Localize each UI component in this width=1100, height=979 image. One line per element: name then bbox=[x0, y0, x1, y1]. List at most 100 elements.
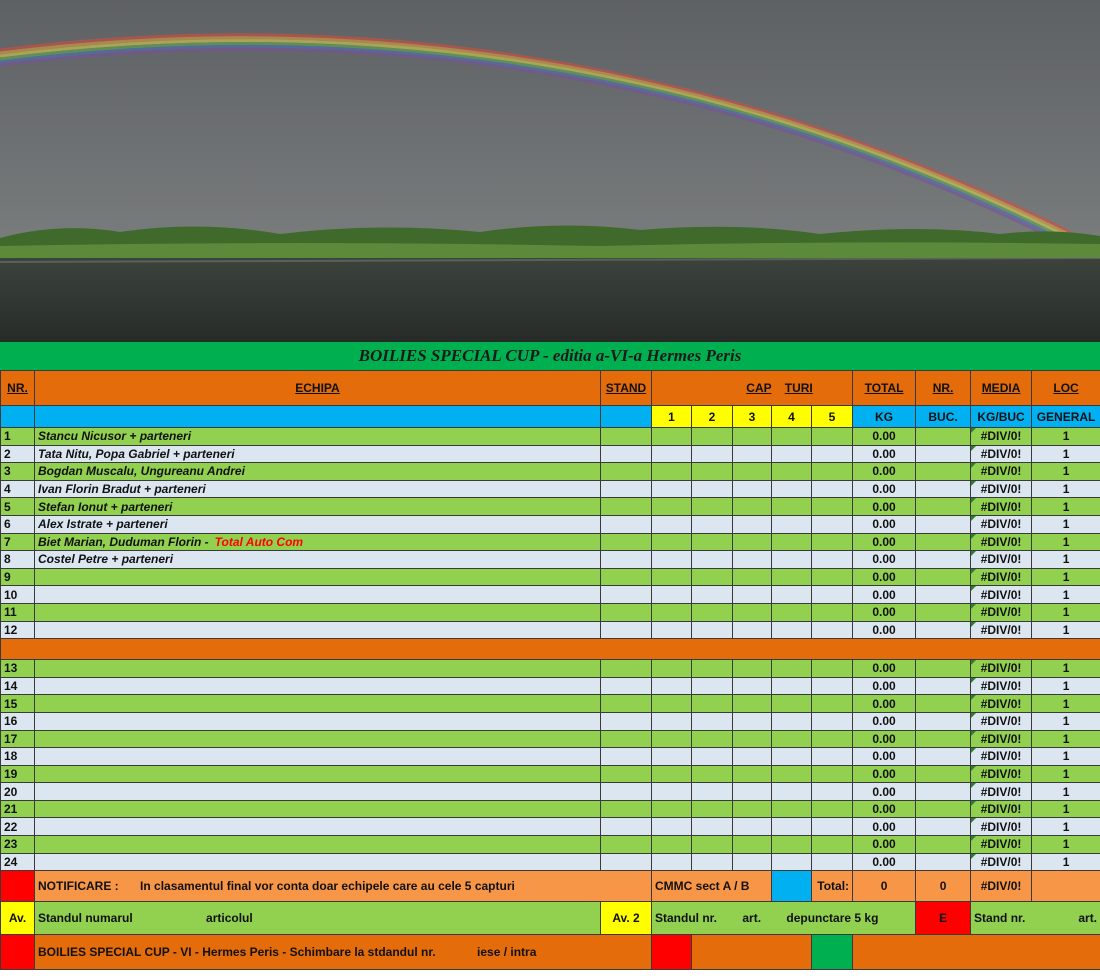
loc-cell[interactable]: 1 bbox=[1031, 567, 1100, 587]
buc-cell[interactable] bbox=[915, 799, 972, 819]
loc-cell[interactable]: 1 bbox=[1031, 497, 1100, 516]
total-kg-cell[interactable]: 0.00 bbox=[852, 659, 917, 678]
total-kg-cell[interactable]: 0.00 bbox=[852, 817, 917, 837]
round-cell[interactable] bbox=[810, 462, 854, 481]
round-cell[interactable] bbox=[771, 711, 812, 731]
stand-cell[interactable] bbox=[600, 479, 652, 499]
round-cell[interactable] bbox=[810, 444, 854, 464]
team-cell[interactable] bbox=[34, 602, 601, 622]
row-nr[interactable]: 3 bbox=[0, 462, 35, 481]
total-kg-cell[interactable]: 0.00 bbox=[852, 747, 917, 766]
buc-cell[interactable] bbox=[915, 852, 972, 872]
round-cell[interactable] bbox=[732, 711, 772, 731]
round-cell[interactable] bbox=[771, 747, 812, 766]
buc-cell[interactable] bbox=[915, 729, 972, 749]
loc-cell[interactable]: 1 bbox=[1031, 782, 1100, 801]
stand-cell[interactable] bbox=[600, 532, 652, 552]
round-cell[interactable] bbox=[651, 729, 692, 749]
row-nr[interactable]: 9 bbox=[0, 567, 35, 587]
round-cell[interactable] bbox=[771, 427, 812, 446]
media-cell[interactable]: #DIV/0! bbox=[970, 602, 1033, 622]
loc-cell[interactable]: 1 bbox=[1031, 747, 1100, 766]
loc-cell[interactable]: 1 bbox=[1031, 514, 1100, 534]
loc-cell[interactable]: 1 bbox=[1031, 427, 1100, 446]
team-cell[interactable] bbox=[34, 729, 601, 749]
round-cell[interactable] bbox=[732, 585, 772, 604]
buc-cell[interactable] bbox=[915, 602, 972, 622]
round-cell[interactable] bbox=[810, 764, 854, 784]
round-cell[interactable] bbox=[691, 620, 733, 640]
row-nr[interactable]: 19 bbox=[0, 764, 35, 784]
team-cell[interactable]: Ivan Florin Bradut + parteneri bbox=[34, 479, 601, 499]
media-cell[interactable]: #DIV/0! bbox=[970, 444, 1033, 464]
round-cell[interactable] bbox=[771, 620, 812, 640]
stand-cell[interactable] bbox=[600, 497, 652, 516]
round-cell[interactable] bbox=[771, 659, 812, 678]
buc-cell[interactable] bbox=[915, 550, 972, 569]
round-cell[interactable] bbox=[771, 602, 812, 622]
round-cell[interactable] bbox=[732, 567, 772, 587]
loc-cell[interactable]: 1 bbox=[1031, 479, 1100, 499]
media-cell[interactable]: #DIV/0! bbox=[970, 817, 1033, 837]
round-cell[interactable] bbox=[732, 444, 772, 464]
round-cell[interactable] bbox=[732, 817, 772, 837]
round-cell[interactable] bbox=[771, 694, 812, 713]
round-cell[interactable] bbox=[771, 585, 812, 604]
round-cell[interactable] bbox=[732, 462, 772, 481]
total-kg-cell[interactable]: 0.00 bbox=[852, 514, 917, 534]
row-nr[interactable]: 7 bbox=[0, 532, 35, 552]
loc-cell[interactable]: 1 bbox=[1031, 694, 1100, 713]
round-cell[interactable] bbox=[691, 799, 733, 819]
stand-cell[interactable] bbox=[600, 620, 652, 640]
media-cell[interactable]: #DIV/0! bbox=[970, 852, 1033, 872]
team-cell[interactable] bbox=[34, 659, 601, 678]
round-cell[interactable] bbox=[651, 602, 692, 622]
round-cell[interactable] bbox=[771, 676, 812, 696]
loc-cell[interactable]: 1 bbox=[1031, 602, 1100, 622]
round-cell[interactable] bbox=[691, 602, 733, 622]
loc-cell[interactable]: 1 bbox=[1031, 835, 1100, 854]
team-cell[interactable] bbox=[34, 747, 601, 766]
buc-cell[interactable] bbox=[915, 444, 972, 464]
buc-cell[interactable] bbox=[915, 497, 972, 516]
round-cell[interactable] bbox=[691, 462, 733, 481]
round-cell[interactable] bbox=[651, 585, 692, 604]
team-cell[interactable] bbox=[34, 711, 601, 731]
media-cell[interactable]: #DIV/0! bbox=[970, 497, 1033, 516]
team-cell[interactable] bbox=[34, 799, 601, 819]
media-cell[interactable]: #DIV/0! bbox=[970, 514, 1033, 534]
round-cell[interactable] bbox=[651, 676, 692, 696]
media-cell[interactable]: #DIV/0! bbox=[970, 782, 1033, 801]
round-cell[interactable] bbox=[810, 817, 854, 837]
stand-cell[interactable] bbox=[600, 711, 652, 731]
round-cell[interactable] bbox=[691, 782, 733, 801]
round-cell[interactable] bbox=[691, 817, 733, 837]
round-cell[interactable] bbox=[691, 676, 733, 696]
team-cell[interactable] bbox=[34, 567, 601, 587]
round-cell[interactable] bbox=[771, 444, 812, 464]
round-cell[interactable] bbox=[651, 782, 692, 801]
round-cell[interactable] bbox=[691, 585, 733, 604]
stand-cell[interactable] bbox=[600, 747, 652, 766]
round-cell[interactable] bbox=[691, 747, 733, 766]
row-nr[interactable]: 16 bbox=[0, 711, 35, 731]
stand-cell[interactable] bbox=[600, 782, 652, 801]
round-cell[interactable] bbox=[771, 514, 812, 534]
round-cell[interactable] bbox=[651, 497, 692, 516]
round-cell[interactable] bbox=[810, 479, 854, 499]
team-cell[interactable]: Stancu Nicusor + parteneri bbox=[34, 427, 601, 446]
row-nr[interactable]: 12 bbox=[0, 620, 35, 640]
round-cell[interactable] bbox=[771, 532, 812, 552]
round-cell[interactable] bbox=[732, 835, 772, 854]
stand-cell[interactable] bbox=[600, 729, 652, 749]
round-cell[interactable] bbox=[651, 427, 692, 446]
round-cell[interactable] bbox=[691, 567, 733, 587]
round-cell[interactable] bbox=[771, 835, 812, 854]
media-cell[interactable]: #DIV/0! bbox=[970, 747, 1033, 766]
round-cell[interactable] bbox=[651, 567, 692, 587]
round-cell[interactable] bbox=[810, 799, 854, 819]
round-cell[interactable] bbox=[651, 799, 692, 819]
round-cell[interactable] bbox=[810, 567, 854, 587]
round-cell[interactable] bbox=[651, 479, 692, 499]
buc-cell[interactable] bbox=[915, 817, 972, 837]
